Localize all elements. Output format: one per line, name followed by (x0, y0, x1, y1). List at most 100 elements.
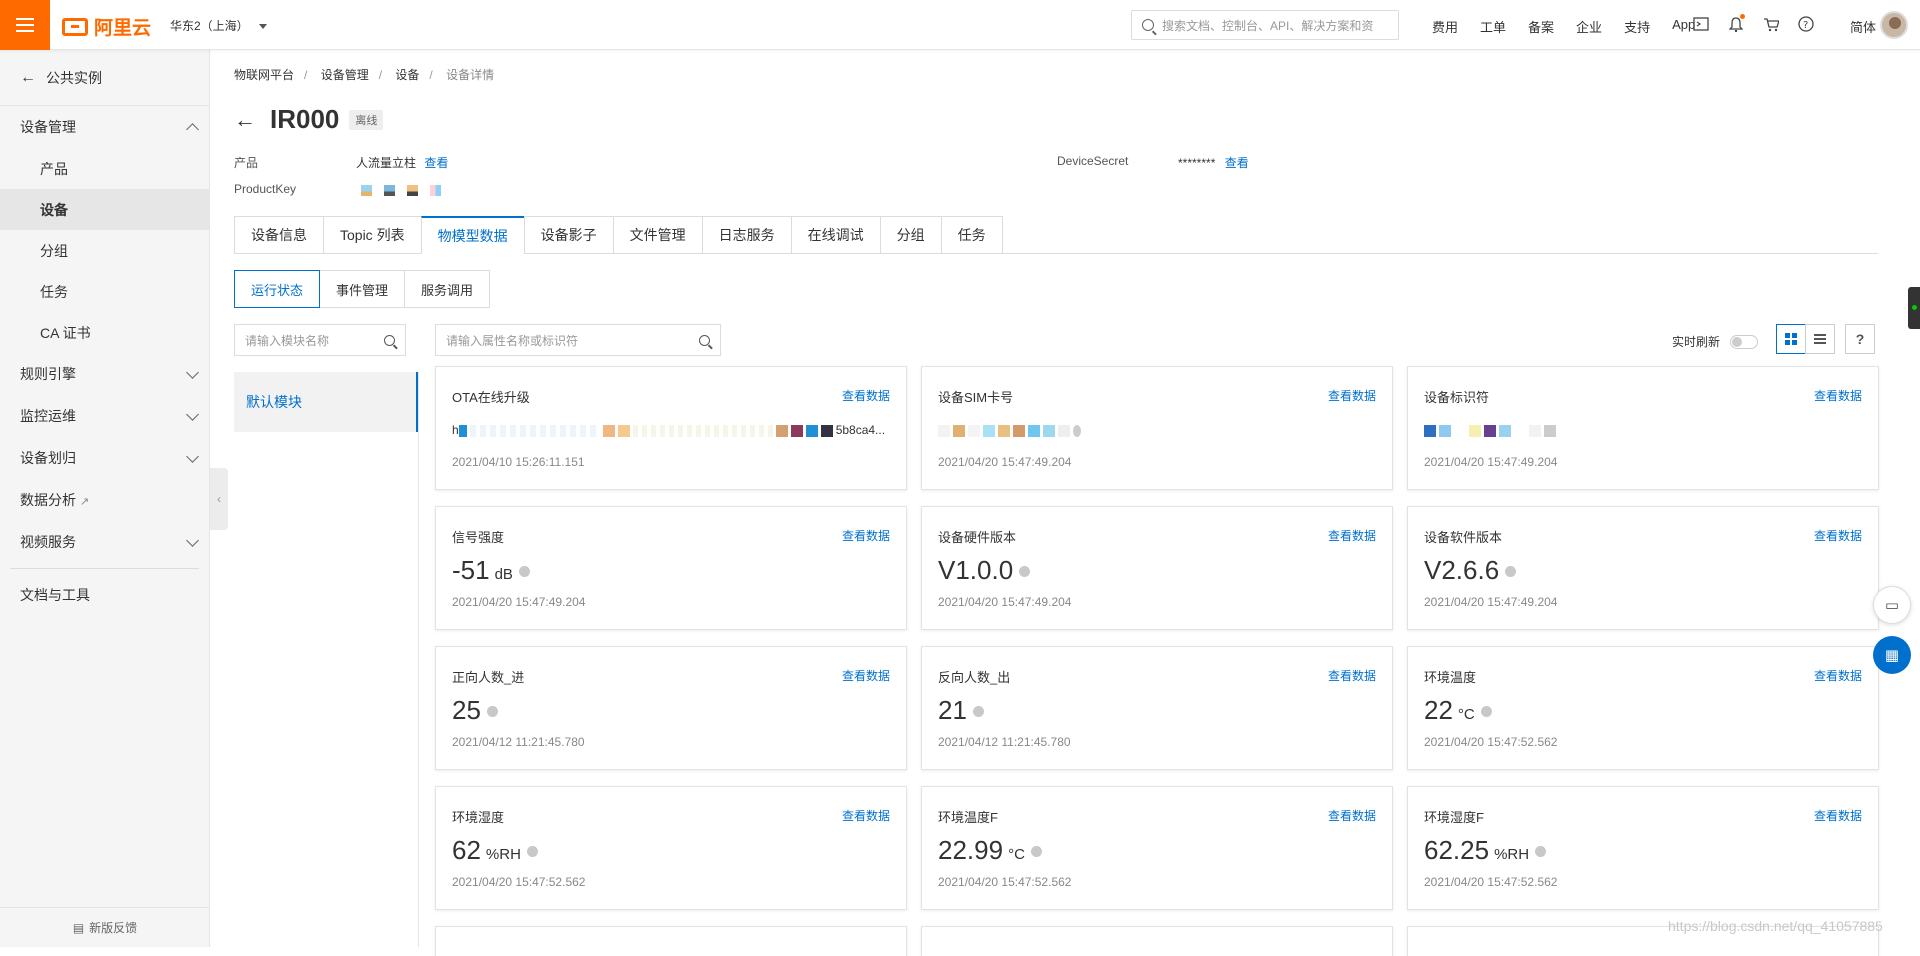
sidebar-group-device-transfer[interactable]: 设备划归 (0, 437, 209, 479)
info-icon[interactable] (1019, 566, 1031, 577)
nav-link-fees[interactable]: 费用 (1432, 17, 1458, 36)
nav-link-enterprise[interactable]: 企业 (1576, 17, 1602, 36)
aliyun-logo[interactable]: 阿里云 (62, 13, 151, 40)
avatar[interactable] (1880, 11, 1908, 39)
help-icon[interactable]: ? (1797, 15, 1815, 33)
search-placeholder: 搜索文档、控制台、API、解决方案和资 (1162, 18, 1374, 33)
subtab-event-management[interactable]: 事件管理 (319, 270, 406, 308)
back-arrow-icon[interactable]: ← (234, 107, 256, 133)
view-data-link[interactable]: 查看数据 (1328, 667, 1376, 684)
view-data-link[interactable]: 查看数据 (1814, 807, 1862, 824)
info-icon[interactable] (1535, 846, 1547, 857)
realtime-toggle[interactable] (1730, 334, 1759, 349)
side-panel-handle[interactable] (1908, 287, 1920, 329)
group-label: 文档与工具 (20, 587, 90, 603)
grid-view-button[interactable] (1776, 324, 1806, 354)
help-button[interactable]: ? (1845, 324, 1875, 354)
bell-icon[interactable] (1727, 14, 1745, 33)
property-search-input[interactable]: 请输入属性名称或标识符 (435, 324, 721, 356)
view-data-link[interactable]: 查看数据 (1328, 527, 1376, 544)
view-data-link[interactable]: 查看数据 (842, 667, 890, 684)
apps-icon[interactable]: ▦ (1873, 636, 1911, 674)
info-icon[interactable] (486, 706, 498, 717)
region-selector[interactable]: 华东2（上海） (170, 17, 267, 34)
subtab-service-call[interactable]: 服务调用 (404, 270, 491, 308)
sidebar-item-device[interactable]: 设备 (0, 189, 209, 230)
global-search-input[interactable]: 搜索文档、控制台、API、解决方案和资 (1131, 10, 1399, 40)
terminal-icon[interactable] (1692, 15, 1710, 33)
view-data-link[interactable]: 查看数据 (1328, 807, 1376, 824)
sidebar-item-task[interactable]: 任务 (0, 271, 209, 312)
card-value: -51 (452, 555, 490, 585)
group-label: 数据分析 ↗ (20, 490, 89, 510)
sidebar-collapse-handle[interactable]: ‹ (210, 468, 228, 530)
view-product-link[interactable]: 查看 (424, 156, 448, 170)
tab-thing-model-data[interactable]: 物模型数据 (420, 216, 524, 254)
view-data-link[interactable]: 查看数据 (1328, 387, 1376, 404)
view-data-link[interactable]: 查看数据 (842, 527, 890, 544)
sidebar-item-ca-cert[interactable]: CA 证书 (0, 312, 209, 353)
sidebar-item-group[interactable]: 分组 (0, 230, 209, 271)
sidebar-group-rules-engine[interactable]: 规则引擎 (0, 353, 209, 395)
nav-link-support[interactable]: 支持 (1624, 17, 1650, 36)
search-icon (1142, 19, 1154, 31)
tab-device-info[interactable]: 设备信息 (234, 216, 323, 254)
list-view-button[interactable] (1805, 324, 1835, 354)
card-value: V1.0.0 (938, 555, 1014, 585)
tab-group[interactable]: 分组 (879, 216, 941, 254)
realtime-label: 实时刷新 (1672, 335, 1721, 349)
feedback-button[interactable]: ▤ 新版反馈 (0, 907, 210, 947)
nav-link-ticket[interactable]: 工单 (1480, 17, 1506, 36)
card-value-masked (938, 423, 1378, 437)
info-icon[interactable] (1480, 706, 1492, 717)
view-data-link[interactable]: 查看数据 (1814, 387, 1862, 404)
tab-topic-list[interactable]: Topic 列表 (323, 216, 421, 254)
subtab-running-status[interactable]: 运行状态 (234, 270, 321, 308)
sidebar-group-data-analysis[interactable]: 数据分析 ↗ (0, 479, 209, 521)
card-name: 环境温度F (938, 810, 998, 825)
tab-task[interactable]: 任务 (940, 216, 1003, 254)
back-label: 公共实例 (46, 69, 102, 86)
sidebar-group-monitoring[interactable]: 监控运维 (0, 395, 209, 437)
view-data-link[interactable]: 查看数据 (842, 387, 890, 404)
top-bar: 阿里云 华东2（上海） 搜索文档、控制台、API、解决方案和资 费用 工单 备案… (0, 0, 1920, 50)
search-icon (384, 334, 395, 346)
info-icon[interactable] (1505, 566, 1517, 577)
nav-link-icp[interactable]: 备案 (1528, 17, 1554, 36)
view-data-link[interactable]: 查看数据 (1814, 667, 1862, 684)
sidebar-item-product[interactable]: 产品 (0, 148, 209, 189)
language-switch[interactable]: 简体 (1850, 17, 1876, 36)
sidebar-item-docs-tools[interactable]: 文档与工具 (0, 574, 209, 616)
info-icon[interactable] (518, 566, 530, 577)
cart-icon[interactable] (1762, 15, 1780, 33)
info-icon[interactable] (1030, 846, 1042, 857)
breadcrumb-device[interactable]: 设备 (395, 68, 419, 82)
tab-online-debug[interactable]: 在线调试 (790, 216, 880, 254)
view-data-link[interactable]: 查看数据 (1814, 527, 1862, 544)
tab-file-management[interactable]: 文件管理 (612, 216, 702, 254)
breadcrumb-device-management[interactable]: 设备管理 (321, 68, 369, 82)
info-icon[interactable] (972, 706, 984, 717)
sidebar-group-video[interactable]: 视频服务 (0, 521, 209, 563)
list-icon (1814, 334, 1826, 344)
property-card-temperature: 环境温度 查看数据 22 °C 2021/04/20 15:47:52.562 (1407, 646, 1879, 770)
page-title: IR000 (270, 104, 340, 134)
module-item-default[interactable]: 默认模块 (234, 372, 418, 432)
property-card-count-in: 正向人数_进 查看数据 25 2021/04/12 11:21:45.780 (435, 646, 907, 770)
breadcrumb-device-detail: 设备详情 (446, 68, 495, 82)
view-data-link[interactable]: 查看数据 (842, 807, 890, 824)
breadcrumb-iot-platform[interactable]: 物联网平台 (234, 68, 294, 82)
view-secret-link[interactable]: 查看 (1225, 156, 1249, 170)
breadcrumb: 物联网平台 / 设备管理 / 设备 / 设备详情 (234, 68, 495, 82)
sidebar-group-device-management[interactable]: 设备管理 (0, 106, 209, 148)
card-name: 环境温度 (1424, 670, 1477, 685)
info-icon[interactable] (526, 846, 538, 857)
back-to-public-instance[interactable]: ← 公共实例 (0, 50, 209, 106)
menu-icon[interactable] (0, 0, 50, 50)
tab-log-service[interactable]: 日志服务 (701, 216, 791, 254)
module-search-input[interactable]: 请输入模块名称 (234, 324, 406, 356)
chat-icon[interactable]: ▭ (1873, 586, 1911, 624)
card-name: 正向人数_进 (452, 670, 525, 685)
property-card-count-out: 反向人数_出 查看数据 21 2021/04/12 11:21:45.780 (921, 646, 1393, 770)
tab-device-shadow[interactable]: 设备影子 (523, 216, 613, 254)
